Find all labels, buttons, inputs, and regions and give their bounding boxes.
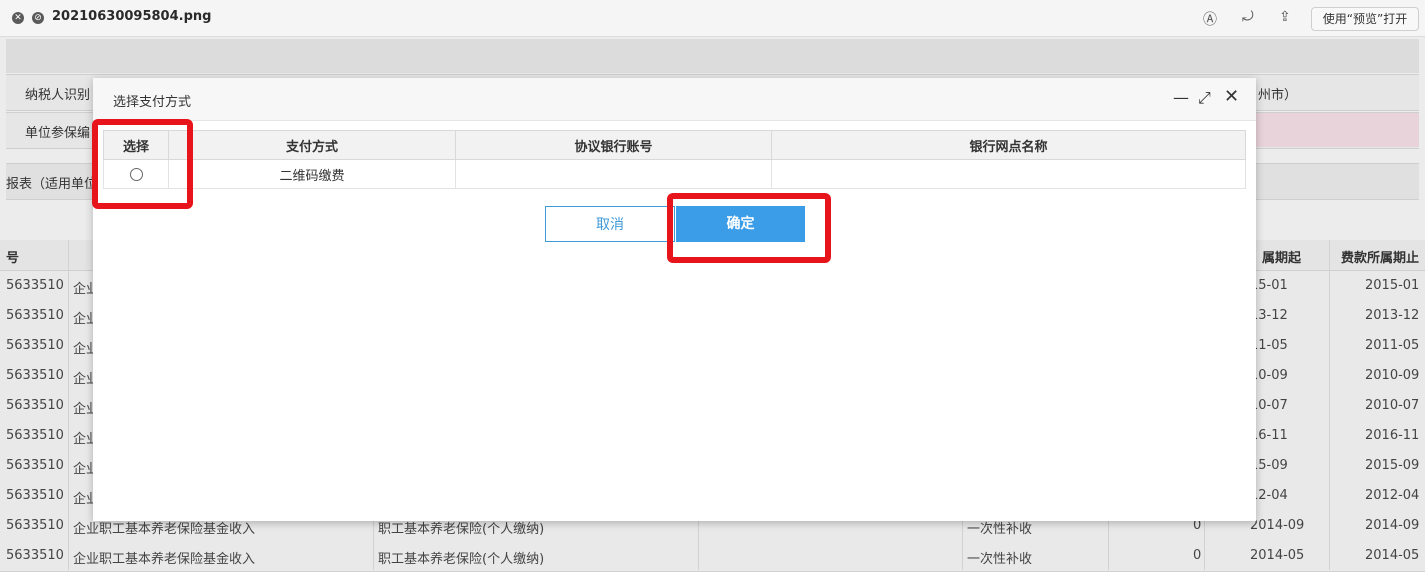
- bg-cell-start: 2014-05: [1250, 548, 1305, 563]
- bg-cell-id: 5633510: [6, 278, 64, 293]
- bg-cell-end: 2012-04: [1365, 488, 1420, 503]
- bg-cell-id: 5633510: [6, 488, 64, 503]
- close-icon[interactable]: ✕: [1224, 86, 1239, 107]
- bg-cell-id: 5633510: [6, 428, 64, 443]
- col-method-header: 支付方式: [168, 130, 456, 160]
- open-with-preview-button[interactable]: 使用“预览”打开: [1311, 7, 1419, 31]
- bg-col-divider: [1329, 240, 1330, 570]
- bg-table-row: 5633510 企业职工基本养老保险基金收入 职工基本养老保险(个人缴纳) 一次性补收…: [0, 541, 1425, 572]
- payment-method-table: 选择 支付方式 协议银行账号 银行网点名称 二维码缴费: [103, 130, 1246, 189]
- window-titlebar: ✕ ⊘ 20210630095804.png Ⓐ ⤾ ⇪ 使用“预览”打开: [0, 0, 1425, 37]
- bg-cell-desc: 职工基本养老保险(个人缴纳): [378, 552, 545, 567]
- bg-cell-end: 2015-01: [1365, 278, 1420, 293]
- bg-cell-id: 5633510: [6, 548, 64, 563]
- branch-cell: [771, 159, 1246, 189]
- close-window-icon[interactable]: ✕: [12, 12, 24, 24]
- bg-cell-start: 2014-09: [1250, 518, 1305, 533]
- bg-cell-id: 5633510: [6, 458, 64, 473]
- dialog-header: 选择支付方式 — ⤢ ✕: [93, 78, 1256, 121]
- minimize-icon[interactable]: —: [1173, 88, 1189, 107]
- bg-cell-end: 2015-09: [1365, 458, 1420, 473]
- bg-col-end-header: 费款所属期止: [1341, 251, 1420, 266]
- bg-cell-id: 5633510: [6, 398, 64, 413]
- bg-cell-kind: 一次性补收: [967, 552, 1033, 567]
- payment-method-dialog: 选择支付方式 — ⤢ ✕ 选择 支付方式 协议银行账号 银行网点名称 二维码缴费…: [93, 78, 1256, 521]
- bg-cell-end: 2016-11: [1365, 428, 1420, 443]
- account-cell: [455, 159, 772, 189]
- bg-col-id-header: 号: [6, 251, 20, 266]
- bg-cell-id: 5633510: [6, 338, 64, 353]
- bg-cell-end: 2014-09: [1365, 518, 1420, 533]
- bg-cell-end: 2013-12: [1365, 308, 1420, 323]
- maximize-icon[interactable]: ⤢: [1198, 88, 1211, 108]
- bg-col-start-header: 属期起: [1262, 251, 1302, 266]
- bg-cell-end: 2010-09: [1365, 368, 1420, 383]
- bg-cell-id: 5633510: [6, 308, 64, 323]
- table-header-row: 选择 支付方式 协议银行账号 银行网点名称: [103, 130, 1246, 160]
- share-icon[interactable]: ⇪: [1279, 9, 1291, 25]
- dialog-title: 选择支付方式: [113, 95, 192, 110]
- bg-cell-type: 企业职工基本养老保险基金收入: [73, 552, 256, 567]
- annotation-box-confirm: [667, 193, 831, 263]
- cancel-button[interactable]: 取消: [545, 206, 675, 242]
- table-row[interactable]: 二维码缴费: [103, 159, 1246, 189]
- bg-cell-id: 5633510: [6, 368, 64, 383]
- page-header-bar: [6, 39, 1419, 73]
- bg-cell-amount: 0: [1193, 548, 1202, 563]
- unit-code-label: 单位参保编: [25, 126, 91, 141]
- city-text: 州市）: [1258, 88, 1298, 103]
- block-icon[interactable]: ⊘: [32, 12, 44, 24]
- col-account-header: 协议银行账号: [455, 130, 772, 160]
- bg-cell-end: 2014-05: [1365, 548, 1420, 563]
- taxpayer-id-label: 纳税人识别: [25, 88, 91, 103]
- bg-cell-end: 2010-07: [1365, 398, 1420, 413]
- highlight-cell: [1256, 113, 1419, 147]
- bg-cell-end: 2011-05: [1365, 338, 1420, 353]
- file-name: 20210630095804.png: [52, 9, 212, 24]
- rotate-icon[interactable]: ⤾: [1242, 9, 1254, 25]
- method-cell: 二维码缴费: [168, 159, 456, 189]
- col-branch-header: 银行网点名称: [771, 130, 1246, 160]
- markup-icon[interactable]: Ⓐ: [1203, 9, 1217, 29]
- bg-cell-id: 5633510: [6, 518, 64, 533]
- annotation-box-select: [92, 119, 193, 209]
- bg-col-divider: [68, 240, 69, 570]
- report-label: 报表（适用单位: [6, 177, 98, 192]
